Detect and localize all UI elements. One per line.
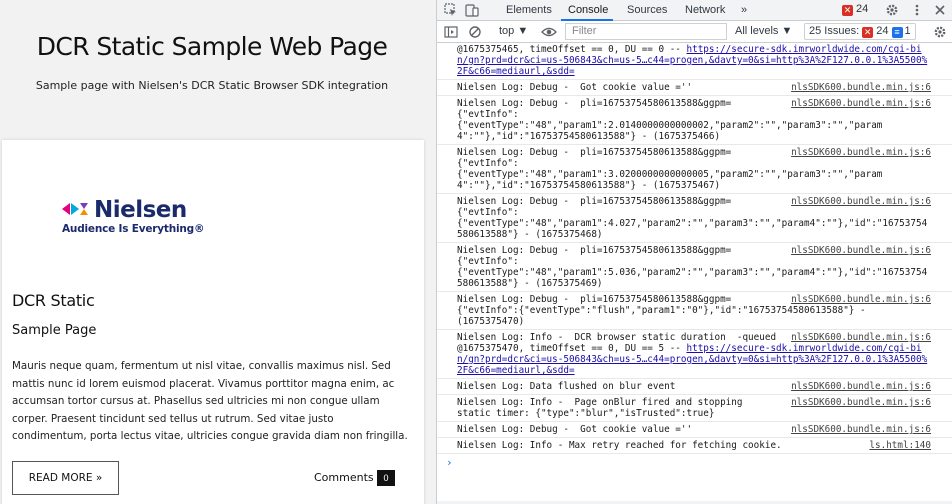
content-card: Nielsen Audience Is Everything® DCR Stat… [2, 140, 424, 504]
nielsen-logo-icon [62, 203, 88, 215]
console-message: Nielsen Log: Info - Max retry reached fo… [437, 438, 952, 454]
console-source-link[interactable]: nlsSDK600.bundle.min.js:6 [787, 196, 931, 207]
console-toolbar: top ▼ Filter All levels ▼ 25 Issues: ✕ 24… [437, 21, 952, 43]
console-source-link[interactable]: nlsSDK600.bundle.min.js:6 [787, 147, 931, 158]
console-message: Nielsen Log: Debug - pli=167537545806135… [437, 292, 952, 330]
live-expression-eye-icon[interactable] [541, 25, 557, 39]
console-messages: @1675375465, timeOffset == 0, DU == 0 --… [437, 44, 952, 504]
log-levels-dropdown[interactable]: All levels ▼ [735, 25, 792, 37]
console-message-text: Nielsen Log: Data flushed on blur event [457, 381, 676, 392]
logo-tagline: Audience Is Everything® [62, 223, 205, 235]
console-message: Nielsen Log: Info - DCR browser static d… [437, 330, 952, 379]
error-icon: ✕ [842, 5, 853, 16]
issues-error-count: 24 [876, 25, 889, 37]
tab-sources[interactable]: Sources [627, 4, 667, 16]
error-count-badge[interactable]: ✕ 24 [839, 3, 871, 17]
console-prompt-icon: › [446, 456, 453, 469]
logo-wordmark: Nielsen [94, 197, 187, 223]
devtools-panel: Elements Console Sources Network » ✕ 24 t… [436, 0, 952, 504]
console-source-link[interactable]: nlsSDK600.bundle.min.js:6 [787, 82, 931, 93]
nielsen-logo: Nielsen Audience Is Everything® [62, 197, 212, 242]
card-body-text: Mauris neque quam, fermentum ut nisl vit… [12, 360, 408, 442]
issues-info-count: 1 [904, 25, 911, 37]
tab-network[interactable]: Network [685, 4, 725, 16]
console-source-link[interactable]: ls.html:140 [865, 440, 931, 451]
issues-error-icon: ✕ [862, 27, 874, 38]
sidebar-toggle-icon[interactable] [444, 25, 458, 39]
console-source-link[interactable]: nlsSDK600.bundle.min.js:6 [787, 294, 931, 305]
console-source-link[interactable]: nlsSDK600.bundle.min.js:6 [787, 98, 931, 109]
web-page: DCR Static Sample Web Page Sample page w… [0, 0, 436, 504]
console-source-link[interactable]: nlsSDK600.bundle.min.js:6 [787, 332, 931, 343]
console-message-text: @1675375465, timeOffset == 0, DU == 0 -- [457, 44, 687, 55]
more-tabs-button[interactable]: » [741, 4, 747, 16]
close-devtools-icon[interactable] [933, 3, 947, 17]
page-title: DCR Static Sample Web Page [36, 32, 388, 61]
card-subtitle: Sample Page [12, 323, 97, 338]
console-message: Nielsen Log: Debug - pli=167537545806135… [437, 145, 952, 194]
read-more-button[interactable]: READ MORE » [12, 461, 119, 495]
device-toolbar-icon[interactable] [465, 3, 479, 17]
card-title: DCR Static [12, 291, 95, 310]
filter-input[interactable]: Filter [565, 23, 727, 40]
tab-elements[interactable]: Elements [506, 4, 552, 16]
error-count: 24 [856, 3, 869, 15]
issues-label: 25 Issues: [809, 25, 860, 37]
more-options-icon[interactable] [910, 3, 924, 17]
console-message: Nielsen Log: Data flushed on blur event … [437, 379, 952, 395]
console-message: Nielsen Log: Debug - pli=167537545806135… [437, 96, 952, 145]
context-selector[interactable]: top ▼ [499, 25, 528, 37]
console-source-link[interactable]: nlsSDK600.bundle.min.js:6 [787, 397, 931, 408]
console-message: Nielsen Log: Debug - pli=167537545806135… [437, 243, 952, 292]
console-message-text: Nielsen Log: Info - Page onBlur fired an… [457, 397, 743, 419]
console-source-link[interactable]: nlsSDK600.bundle.min.js:6 [787, 381, 931, 392]
comments-link[interactable]: Comments [314, 471, 374, 484]
console-source-link[interactable]: nlsSDK600.bundle.min.js:6 [787, 245, 931, 256]
issues-info-icon: ≡ [891, 27, 903, 38]
comments-count-badge: 0 [377, 470, 395, 486]
settings-gear-icon[interactable] [885, 3, 899, 17]
console-settings-gear-icon[interactable] [933, 25, 947, 39]
tab-console[interactable]: Console [568, 4, 608, 16]
clear-console-icon[interactable] [468, 25, 482, 39]
console-message-text: Nielsen Log: Debug - Got cookie value ='… [457, 82, 693, 93]
console-message-text: Nielsen Log: Info - Max retry reached fo… [457, 440, 782, 451]
console-message: Nielsen Log: Debug - Got cookie value ='… [437, 80, 952, 96]
page-subtitle: Sample page with Nielsen's DCR Static Br… [35, 79, 389, 92]
console-prompt-line[interactable]: › [437, 454, 952, 470]
console-message: @1675375465, timeOffset == 0, DU == 0 --… [437, 44, 952, 80]
inspect-element-icon[interactable] [444, 3, 458, 17]
issues-button[interactable]: 25 Issues: ✕ 24 ≡ 1 [804, 23, 916, 40]
devtools-tab-bar: Elements Console Sources Network » ✕ 24 [437, 0, 952, 21]
console-message-text: Nielsen Log: Debug - Got cookie value ='… [457, 424, 693, 435]
console-source-link[interactable]: nlsSDK600.bundle.min.js:6 [787, 424, 931, 435]
console-message: Nielsen Log: Debug - Got cookie value ='… [437, 422, 952, 438]
console-message: Nielsen Log: Debug - pli=167537545806135… [437, 194, 952, 243]
console-message: Nielsen Log: Info - Page onBlur fired an… [437, 395, 952, 422]
